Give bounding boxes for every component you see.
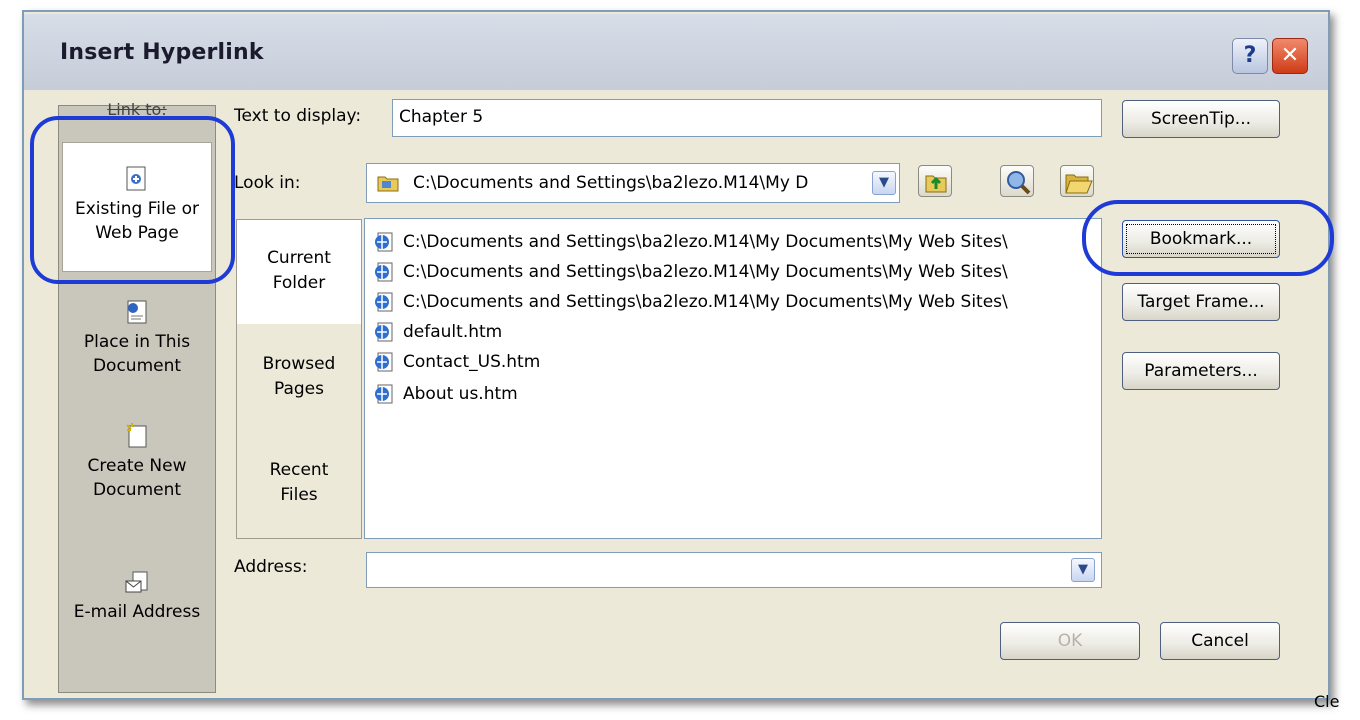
help-button[interactable]: ?: [1232, 38, 1268, 74]
place-in-document-icon: [124, 298, 150, 326]
email-address-button[interactable]: E-mail Address: [62, 568, 212, 624]
tab-recent-files-line1: Recent: [269, 460, 329, 480]
text-to-display-value: Chapter 5: [399, 107, 484, 127]
highlight-oval-link-to: [30, 116, 235, 284]
file-name: Contact_US.htm: [403, 352, 541, 372]
list-item[interactable]: default.htm: [373, 317, 502, 347]
create-new-document-label-2: Document: [92, 480, 182, 500]
text-to-display-label: Text to display:: [234, 106, 362, 126]
look-in-value: C:\Documents and Settings\ba2lezo.M14\My…: [413, 173, 809, 193]
file-list[interactable]: C:\Documents and Settings\ba2lezo.M14\My…: [364, 218, 1102, 539]
list-item[interactable]: C:\Documents and Settings\ba2lezo.M14\My…: [373, 227, 1008, 257]
up-folder-icon: [925, 175, 947, 193]
magnifier-globe-icon: [1007, 171, 1031, 195]
create-new-document-label-1: Create New: [87, 456, 187, 476]
web-page-icon: [373, 383, 395, 405]
tab-current-folder-line1: Current: [267, 248, 331, 268]
web-page-icon: [373, 231, 395, 253]
screentip-button[interactable]: ScreenTip...: [1122, 100, 1280, 138]
look-in-label: Look in:: [234, 173, 301, 193]
tab-current-folder-line2: Folder: [272, 273, 326, 293]
list-item[interactable]: Contact_US.htm: [373, 347, 540, 377]
list-item[interactable]: C:\Documents and Settings\ba2lezo.M14\My…: [373, 257, 1008, 287]
browse-web-button[interactable]: [1000, 165, 1034, 197]
text-to-display-input[interactable]: Chapter 5: [392, 99, 1102, 137]
tab-recent-files-line2: Files: [280, 485, 318, 505]
address-combobox[interactable]: ▼: [366, 552, 1102, 588]
background-text-fragment: Cle: [1314, 692, 1340, 711]
file-name: About us.htm: [403, 384, 518, 404]
tab-recent-files[interactable]: Recent Files: [237, 458, 361, 508]
list-item[interactable]: C:\Documents and Settings\ba2lezo.M14\My…: [373, 287, 1008, 317]
email-address-label: E-mail Address: [73, 602, 201, 622]
file-name: default.htm: [403, 322, 503, 342]
chevron-down-icon[interactable]: ▼: [1071, 558, 1095, 582]
up-one-folder-button[interactable]: [918, 165, 952, 197]
new-document-icon: [124, 422, 150, 450]
highlight-oval-bookmark: [1082, 200, 1334, 276]
look-in-combobox[interactable]: C:\Documents and Settings\ba2lezo.M14\My…: [366, 163, 900, 203]
web-page-icon: [373, 321, 395, 343]
dialog-title: Insert Hyperlink: [60, 40, 264, 65]
tab-browsed-pages[interactable]: Browsed Pages: [237, 352, 361, 402]
web-page-icon: [373, 291, 395, 313]
file-name: C:\Documents and Settings\ba2lezo.M14\My…: [403, 262, 1008, 282]
tab-current-folder[interactable]: Current Folder: [237, 220, 361, 324]
email-icon: [124, 568, 150, 596]
open-folder-icon: [1065, 174, 1093, 194]
parameters-button[interactable]: Parameters...: [1122, 352, 1280, 390]
cancel-button[interactable]: Cancel: [1160, 622, 1280, 660]
target-frame-button[interactable]: Target Frame...: [1122, 283, 1280, 321]
create-new-document-button[interactable]: Create New Document: [62, 422, 212, 502]
place-in-document-label-1: Place in This: [83, 332, 191, 352]
close-button[interactable]: ✕: [1272, 38, 1308, 74]
tab-browsed-pages-line2: Pages: [273, 379, 324, 399]
web-page-icon: [373, 351, 395, 373]
folder-icon: [377, 174, 399, 192]
browse-file-button[interactable]: [1060, 165, 1094, 197]
chevron-down-icon[interactable]: ▼: [872, 171, 896, 195]
file-name: C:\Documents and Settings\ba2lezo.M14\My…: [403, 232, 1008, 252]
tab-browsed-pages-line1: Browsed: [262, 354, 336, 374]
address-label: Address:: [234, 557, 308, 577]
file-name: C:\Documents and Settings\ba2lezo.M14\My…: [403, 292, 1008, 312]
place-in-document-label-2: Document: [92, 356, 182, 376]
place-in-this-document-button[interactable]: Place in This Document: [62, 298, 212, 378]
list-item[interactable]: About us.htm: [373, 379, 518, 409]
web-page-icon: [373, 261, 395, 283]
ok-button[interactable]: OK: [1000, 622, 1140, 660]
